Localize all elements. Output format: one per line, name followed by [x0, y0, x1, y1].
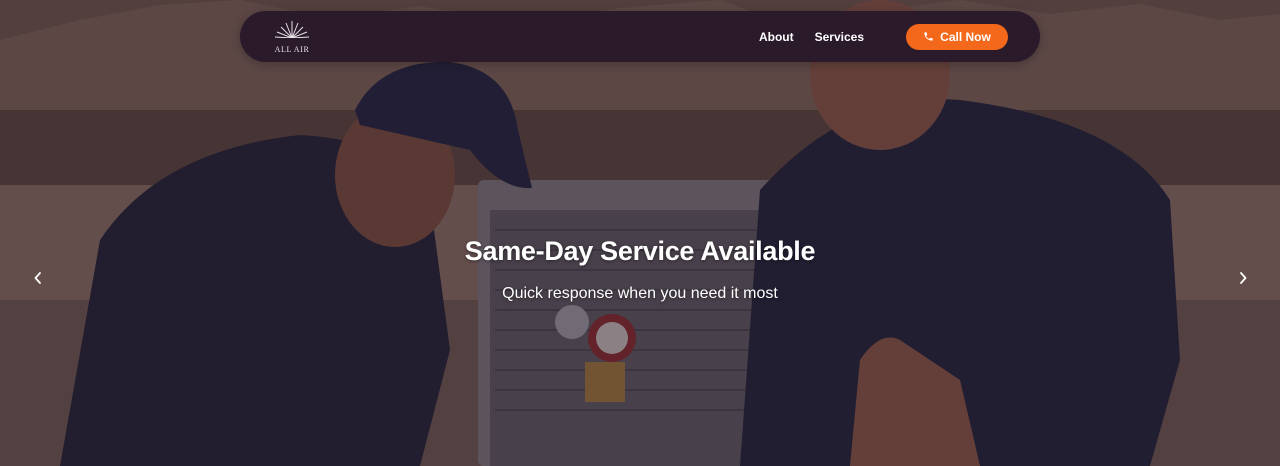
carousel-prev-button[interactable] — [30, 270, 46, 286]
sunburst-logo-icon — [274, 20, 310, 38]
brand-logo[interactable]: ALL AIR — [272, 20, 312, 54]
chevron-left-icon — [34, 272, 41, 284]
navbar: ALL AIR About Services Call Now — [240, 11, 1040, 62]
hero-headline: Same-Day Service Available — [464, 236, 816, 266]
chevron-right-icon — [1240, 272, 1247, 284]
nav-link-about[interactable]: About — [759, 30, 794, 44]
hero-carousel: ALL AIR About Services Call Now Same-Day… — [0, 0, 1280, 466]
logo-text: ALL AIR — [274, 44, 310, 54]
phone-icon — [924, 32, 933, 41]
carousel-next-button[interactable] — [1235, 270, 1251, 286]
hero-overlay — [0, 0, 1280, 466]
nav-link-services[interactable]: Services — [815, 30, 864, 44]
nav-menu: About Services Call Now — [759, 23, 1008, 50]
call-now-button[interactable]: Call Now — [906, 23, 1008, 50]
hero-subheadline: Quick response when you need it most — [502, 285, 778, 302]
call-now-label: Call Now — [940, 29, 991, 44]
